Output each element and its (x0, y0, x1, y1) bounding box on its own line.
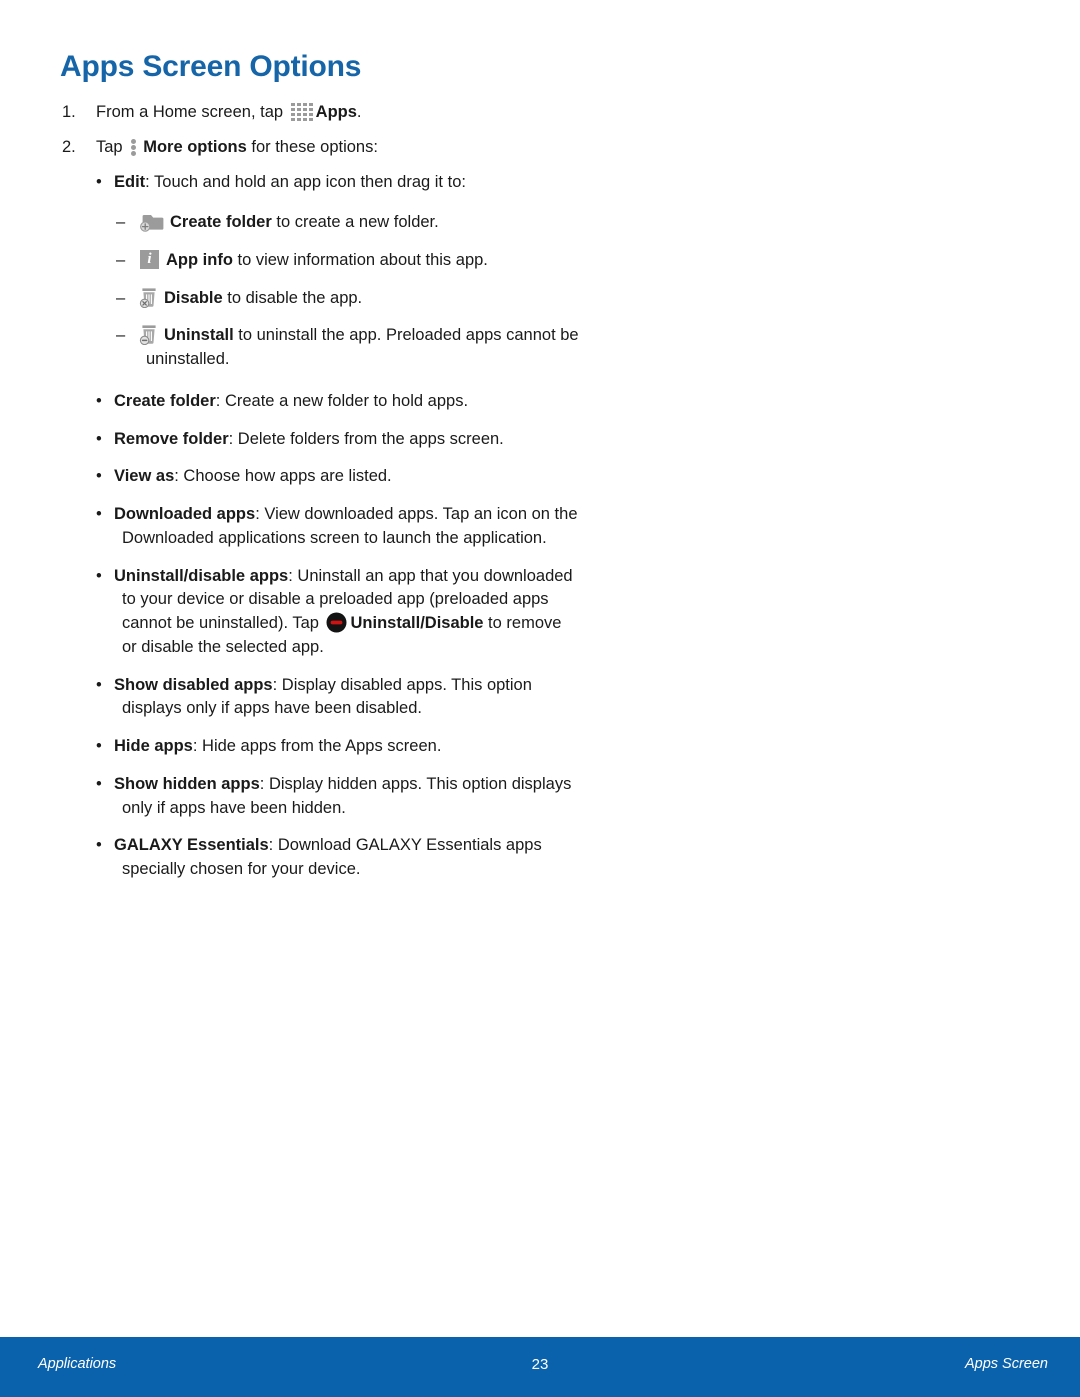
numbered-step-1: 1. From a Home screen, tap Apps. (60, 101, 580, 124)
uninstall-disable-icon (326, 612, 347, 633)
disable-trash-icon (139, 287, 159, 308)
option-label: Hide apps (114, 737, 193, 756)
page-footer: Applications 23 Apps Screen (0, 1337, 1080, 1397)
option-text: Create a new folder to hold apps. (220, 391, 469, 410)
option-label: View as (114, 467, 175, 486)
option-label: Show disabled apps (114, 675, 273, 694)
option-galaxy-essentials: • GALAXY Essentials: Download GALAXY Esse… (96, 836, 542, 879)
option-edit: • Edit: Touch and hold an app icon then d… (96, 173, 466, 192)
subitem-text: to create a new folder. (271, 213, 439, 232)
option-label-secondary: Uninstall/Disable (350, 614, 484, 633)
subitem-label: Create folder (170, 213, 272, 232)
document-page: Apps Screen Options 1. From a Home screen… (0, 0, 1080, 1397)
uninstall-trash-icon (139, 324, 159, 346)
option-label: Downloaded apps (114, 505, 256, 524)
edit-subitem-app-info: – i App info to view information about thi… (116, 249, 580, 273)
step-text-after: for these options: (246, 137, 378, 156)
subitem-label: App info (166, 250, 233, 269)
option-label: GALAXY Essentials (114, 836, 269, 855)
step-text-after: . (356, 102, 362, 121)
apps-grid-icon (290, 102, 313, 121)
dash-marker: – (116, 288, 126, 307)
option-label: Create folder (114, 391, 216, 410)
step-number: 1. (62, 102, 76, 121)
info-glyph: i (147, 250, 152, 267)
step-text: From a Home screen, tap (96, 102, 284, 121)
option-hide-apps: • Hide apps: Hide apps from the Apps scre… (96, 737, 442, 756)
subitem-text: to disable the app. (222, 288, 363, 307)
dash-marker: – (116, 326, 126, 345)
option-downloaded-apps: • Downloaded apps: View downloaded apps. … (96, 505, 578, 547)
dash-marker: – (116, 213, 126, 232)
edit-subitem-create-folder: – Create folder to create a new folder. (116, 211, 580, 235)
app-info-icon: i (140, 249, 159, 269)
step-bold-label: Apps (315, 102, 357, 121)
step-text: Tap (96, 137, 123, 156)
option-text: Hide apps from the Apps screen. (197, 737, 442, 756)
option-show-hidden-apps: • Show hidden apps: Display hidden apps. … (96, 774, 572, 817)
option-text: Choose how apps are listed. (178, 467, 392, 486)
footer-page-number: 23 (531, 1356, 549, 1373)
subitem-label: Disable (164, 288, 223, 307)
subitem-label: Uninstall (164, 326, 234, 345)
option-label: Edit (114, 173, 146, 192)
option-uninstall-disable-apps: • Uninstall/disable apps: Uninstall an ap… (96, 566, 573, 656)
create-folder-icon (139, 212, 165, 232)
option-show-disabled-apps: • Show disabled apps: Display disabled ap… (96, 675, 532, 718)
option-create-folder: • Create folder: Create a new folder to h… (96, 391, 469, 410)
footer-inner: Applications 23 Apps Screen (0, 1337, 1080, 1397)
edit-subitem-uninstall: – Uninstall to uninstall the app. Preloa… (116, 324, 580, 372)
option-label: Uninstall/disable apps (114, 566, 289, 585)
step-bold-label: More options (143, 137, 247, 156)
edit-subitem-disable: – Disable to disable the app. (116, 287, 580, 311)
dash-marker: – (116, 250, 126, 269)
subitem-text: to view information about this app. (232, 250, 488, 269)
option-label: Show hidden apps (114, 774, 260, 793)
more-options-icon (130, 138, 138, 156)
option-label: Remove folder (114, 429, 229, 448)
step-number: 2. (62, 137, 76, 156)
option-view-as: • View as: Choose how apps are listed. (96, 467, 392, 486)
footer-topic-label: Apps Screen (964, 1356, 1048, 1372)
page-content: Apps Screen Options 1. From a Home screen… (60, 50, 580, 896)
option-text: Touch and hold an app icon then drag it … (149, 173, 466, 192)
option-remove-folder: • Remove folder: Delete folders from the … (96, 429, 504, 448)
option-text: Delete folders from the apps screen. (233, 429, 504, 448)
numbered-step-2: 2. Tap More options for these options: (60, 136, 580, 159)
page-title: Apps Screen Options (60, 50, 362, 83)
